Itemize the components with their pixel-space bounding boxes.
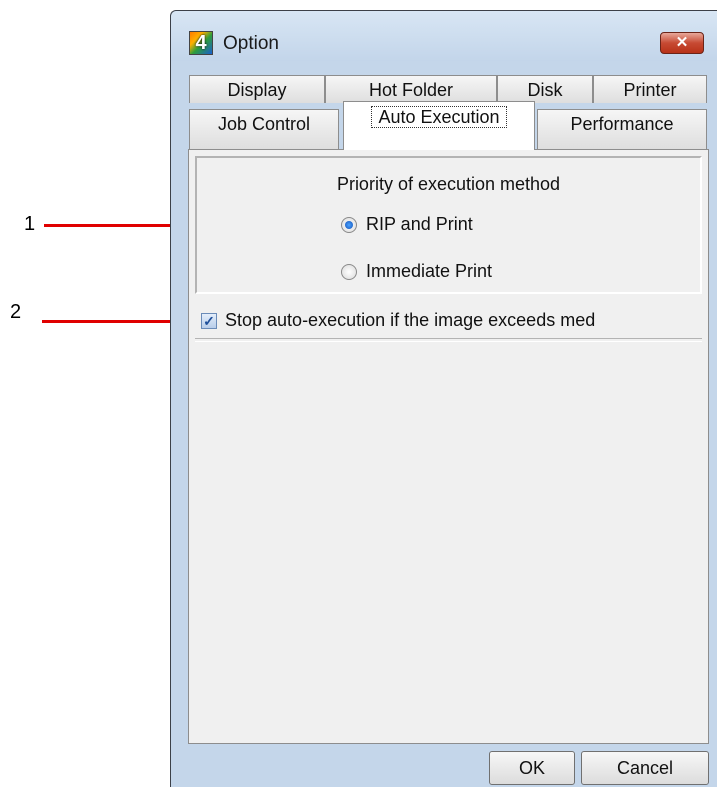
checkbox-checked-icon[interactable]: ✓: [201, 312, 217, 329]
title-bar[interactable]: 4 Option ✕: [171, 11, 717, 61]
separator: [195, 338, 702, 342]
checkbox-label: Stop auto-execution if the image exceeds…: [225, 310, 596, 330]
app-icon: 4: [189, 31, 213, 55]
tab-job-control[interactable]: Job Control: [189, 109, 339, 149]
tab-printer[interactable]: Printer: [593, 75, 707, 103]
ok-button[interactable]: OK: [489, 751, 575, 785]
tab-auto-execution[interactable]: Auto Execution: [343, 101, 535, 150]
execution-priority-group: Priority of execution method RIP and Pri…: [195, 156, 702, 294]
auto-execution-panel: Priority of execution method RIP and Pri…: [188, 149, 709, 744]
radio-rip-and-print[interactable]: RIP and Print: [341, 214, 473, 235]
callout-number-2: 2: [10, 301, 22, 323]
stop-auto-execution-option[interactable]: ✓ Stop auto-execution if the image excee…: [201, 310, 595, 331]
tab-disk[interactable]: Disk: [497, 75, 593, 103]
tab-hot-folder[interactable]: Hot Folder: [325, 75, 497, 103]
tab-auto-execution-label: Auto Execution: [371, 106, 507, 128]
callout-number-1: 1: [24, 213, 36, 235]
radio-button-icon[interactable]: [341, 263, 357, 280]
tab-performance[interactable]: Performance: [537, 109, 707, 149]
cancel-button[interactable]: Cancel: [581, 751, 709, 785]
close-button[interactable]: ✕: [660, 32, 704, 54]
group-title: Priority of execution method: [336, 174, 561, 194]
tab-display[interactable]: Display: [189, 75, 325, 103]
option-dialog: 4 Option ✕ Display Hot Folder Disk Print…: [170, 10, 717, 787]
radio-button-selected-icon[interactable]: [341, 216, 357, 233]
radio-label-rip-and-print: RIP and Print: [366, 214, 473, 234]
window-title: Option: [223, 33, 279, 54]
radio-immediate-print[interactable]: Immediate Print: [341, 261, 492, 282]
radio-label-immediate-print: Immediate Print: [366, 261, 493, 281]
close-icon: ✕: [675, 34, 689, 51]
